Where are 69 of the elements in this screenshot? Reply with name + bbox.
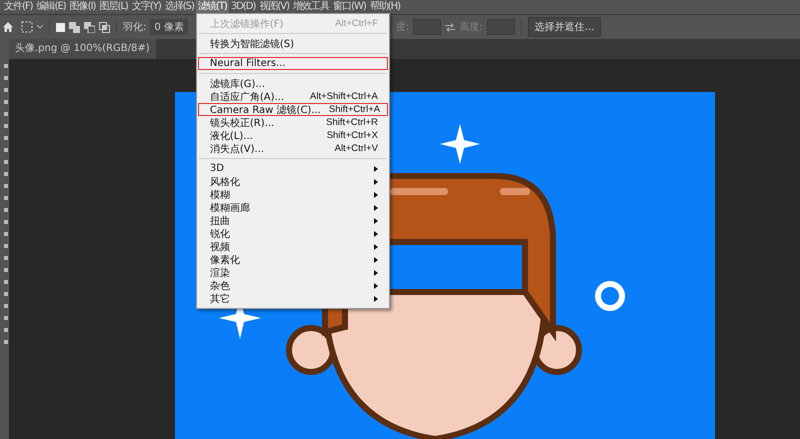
menu-item-label: 模糊画廊 [210, 202, 250, 214]
menu-item[interactable]: 扭曲 [198, 214, 388, 227]
menu-item[interactable]: 3D(D) [228, 0, 258, 14]
home-icon[interactable] [3, 22, 13, 32]
menu-item[interactable]: 图层(L) [97, 0, 130, 14]
menu-item[interactable]: 滤镜库(G)... [198, 77, 388, 90]
menu-item-label: 自适应广角(A)... [210, 90, 284, 104]
add-selection-icon[interactable] [69, 22, 80, 32]
menu-item[interactable]: 滤镜(T) [196, 0, 229, 14]
menu-item[interactable]: 视频 [198, 240, 388, 253]
new-selection-icon[interactable] [56, 22, 65, 32]
menu-item-label: 模糊 [210, 188, 230, 202]
shortcut-text: Alt+Shift+Ctrl+A [309, 91, 378, 102]
feather-field[interactable]: 0 像素 [150, 19, 188, 35]
menu-item-label: 滤镜库(G)... [210, 78, 265, 90]
menu-item[interactable]: 文字(Y) [130, 0, 163, 14]
subtract-selection-icon[interactable] [84, 22, 95, 32]
menu-item[interactable]: 模糊 [198, 188, 388, 201]
shortcut-text: Shift+Ctrl+A [328, 104, 380, 115]
menu-item-label: 渲染 [210, 266, 230, 280]
document-tab[interactable]: 头像.png @ 100%(RGB/8#) [9, 39, 156, 59]
menu-item[interactable]: 帮助(H) [368, 0, 402, 14]
shortcut-text: Shift+Ctrl+R [325, 117, 378, 128]
menu-item[interactable]: Camera Raw 滤镜(C)... Shift+Ctrl+A [198, 103, 388, 116]
menu-item[interactable]: 渲染 [198, 266, 388, 279]
menu-item[interactable]: 模糊画廊 [198, 201, 388, 214]
menu-item-label: 风格化 [210, 176, 240, 188]
menu-item[interactable]: 增效工具 [291, 0, 332, 14]
menu-item-label: 锐化 [210, 228, 230, 240]
shortcut-text: Alt+Ctrl+V [334, 143, 378, 154]
marquee-icon[interactable] [21, 21, 33, 33]
select-and-mask-button[interactable]: 选择并遮住... [528, 17, 602, 37]
menu-item[interactable]: 视图(V) [257, 0, 292, 14]
menu-item-label: 液化(L)... [210, 130, 253, 142]
menu-item[interactable]: 3D [198, 162, 388, 175]
shortcut-text: Alt+Ctrl+F [334, 18, 378, 29]
intersect-selection-icon[interactable] [99, 22, 110, 32]
menu-item-label: 杂色 [210, 280, 230, 292]
menu-item[interactable]: 其它 [198, 292, 388, 305]
menu-item[interactable]: 液化(L)... Shift+Ctrl+X [198, 129, 388, 142]
shortcut-text: Shift+Ctrl+X [326, 130, 378, 141]
menu-item[interactable]: 文件(F) [2, 0, 35, 14]
menu-item-label: 上次滤镜操作(F) [210, 18, 284, 30]
menu-item[interactable]: 图像(I) [68, 0, 98, 14]
menu-item[interactable]: 镜头校正(R)... Shift+Ctrl+R [198, 116, 388, 129]
menu-item-label: 扭曲 [210, 214, 230, 228]
swap-icon[interactable] [445, 22, 456, 32]
menu-item-label: Camera Raw 滤镜(C)... [210, 104, 321, 116]
menu-item[interactable]: 编辑(E) [34, 0, 68, 14]
menu-item-label: 其它 [210, 292, 230, 306]
menu-item[interactable]: Neural Filters... [198, 57, 388, 70]
menu-item-label: 视频 [210, 240, 230, 254]
menu-item[interactable]: 锐化 [198, 227, 388, 240]
caret-icon[interactable] [37, 25, 43, 29]
menu-item-label: 转换为智能滤镜(S) [210, 38, 294, 50]
menu-item[interactable]: 消失点(V)... Alt+Ctrl+V [198, 142, 388, 155]
menu-item-label: Neural Filters... [210, 58, 286, 69]
menu-item-label: 像素化 [210, 254, 240, 266]
menu-item[interactable]: 选择(S) [162, 0, 196, 14]
menu-item[interactable]: 窗口(W) [331, 0, 368, 14]
menu-item[interactable]: 转换为智能滤镜(S) [198, 37, 388, 50]
feather-label: 羽化: [123, 21, 146, 34]
menu-item[interactable]: 自适应广角(A)... Alt+Shift+Ctrl+A [198, 90, 388, 103]
menu-item-label: 消失点(V)... [210, 142, 264, 156]
menu-item[interactable]: 像素化 [198, 253, 388, 266]
menu-item[interactable]: 风格化 [198, 175, 388, 188]
menu-item[interactable]: 杂色 [198, 279, 388, 292]
menu-item-label: 镜头校正(R)... [210, 116, 274, 130]
menu-item-label: 3D [210, 163, 224, 174]
